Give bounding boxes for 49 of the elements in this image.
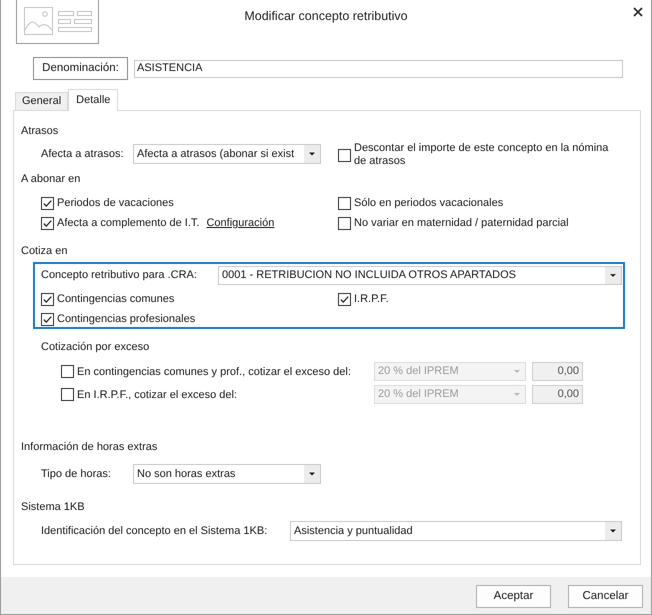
- checkbox-label: En contingencias comunes y prof., cotizar el exceso del:: [77, 364, 351, 380]
- dialog-button[interactable]: Cancelar: [568, 585, 643, 608]
- checkbox[interactable]: [61, 388, 74, 401]
- section-title: Cotización por exceso: [41, 340, 150, 355]
- tab[interactable]: General: [15, 92, 68, 110]
- dropdown[interactable]: Afecta a atrasos (abonar si exist: [133, 144, 321, 164]
- section-title: Atrasos: [21, 124, 58, 139]
- close-icon[interactable]: [633, 7, 643, 17]
- checkbox[interactable]: [41, 216, 54, 230]
- checkbox[interactable]: [41, 292, 54, 306]
- section-title: Cotiza en: [21, 244, 68, 259]
- checkbox[interactable]: [338, 196, 351, 210]
- dropdown[interactable]: Asistencia y puntualidad: [290, 521, 622, 541]
- checkbox-label: En I.R.P.F., cotizar el exceso del:: [77, 388, 237, 402]
- caret-icon: [605, 522, 621, 540]
- checkbox[interactable]: [338, 148, 351, 162]
- checkbox[interactable]: [41, 196, 54, 210]
- section-title: Información de horas extras: [21, 440, 158, 455]
- dialog-button[interactable]: Aceptar: [476, 585, 551, 608]
- checkbox-label: I.R.P.F.: [354, 292, 389, 307]
- checkbox-label: Sólo en periodos vacacionales: [354, 196, 504, 211]
- caret-icon: [605, 267, 621, 284]
- field-label: Tipo de horas:: [41, 466, 112, 482]
- field-label: Concepto retributivo para .CRA:: [41, 268, 198, 284]
- checkbox-label: No variar en maternidad / paternidad parcial: [354, 216, 569, 231]
- caret-icon: [514, 393, 520, 396]
- section-title: Sistema 1KB: [21, 500, 85, 515]
- field-label: Denominación:: [33, 57, 128, 80]
- configuration-link[interactable]: Configuración: [206, 215, 274, 231]
- checkbox[interactable]: [338, 216, 351, 230]
- caret-icon: [304, 145, 320, 163]
- name-input[interactable]: ASISTENCIA: [134, 60, 623, 78]
- field-label: Afecta a atrasos:: [41, 146, 125, 162]
- checkbox-label: Periodos de vacaciones: [57, 196, 174, 211]
- tab[interactable]: Detalle: [68, 89, 118, 111]
- checkbox[interactable]: [338, 292, 351, 306]
- section-title: A abonar en: [21, 172, 80, 187]
- checkbox-label: Descontar el importe de este concepto en la nómina de atrasos: [354, 142, 610, 168]
- field-label: Identificación del concepto en el Sistema 1KB:: [41, 524, 268, 539]
- caret-icon: [304, 465, 320, 483]
- dropdown[interactable]: No son horas extras: [133, 464, 321, 484]
- checkbox[interactable]: [41, 312, 54, 326]
- checkbox-label: Contingencias profesionales: [57, 312, 196, 327]
- checkbox-label: Afecta a complemento de I.T.: [57, 216, 200, 231]
- checkbox-label: Contingencias comunes: [57, 292, 174, 307]
- caret-icon: [514, 370, 520, 373]
- dropdown[interactable]: 0001 - RETRIBUCION NO INCLUIDA OTROS APARTADOS: [218, 266, 622, 285]
- checkbox[interactable]: [61, 365, 74, 378]
- window-title: Modificar concepto retributivo: [244, 8, 408, 24]
